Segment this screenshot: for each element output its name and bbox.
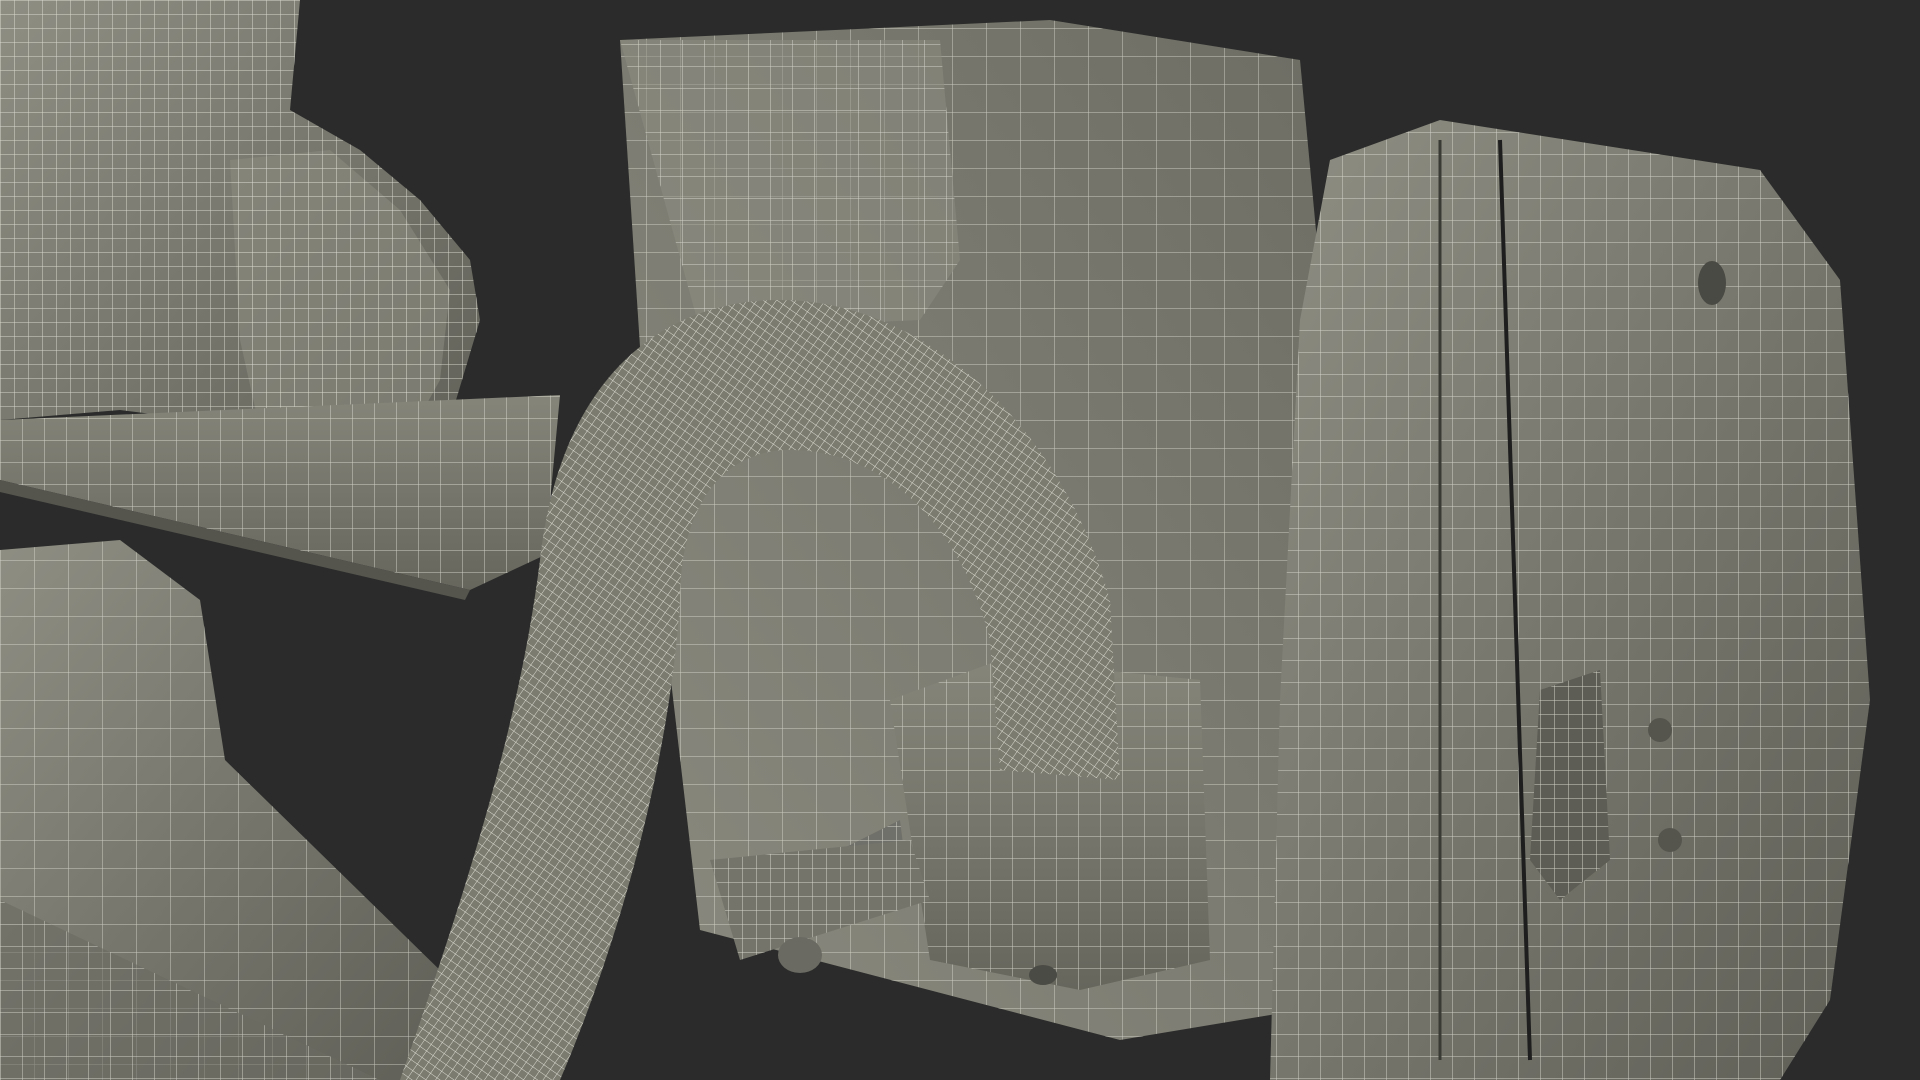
bolt: [1658, 828, 1682, 852]
detector-panel: [1270, 120, 1870, 1080]
arm-pivot: [778, 937, 822, 973]
wireframe-render-canvas: [0, 0, 1920, 1080]
clamp-screw: [1029, 965, 1057, 985]
mount-hole: [1698, 261, 1726, 305]
bolt: [1648, 718, 1672, 742]
